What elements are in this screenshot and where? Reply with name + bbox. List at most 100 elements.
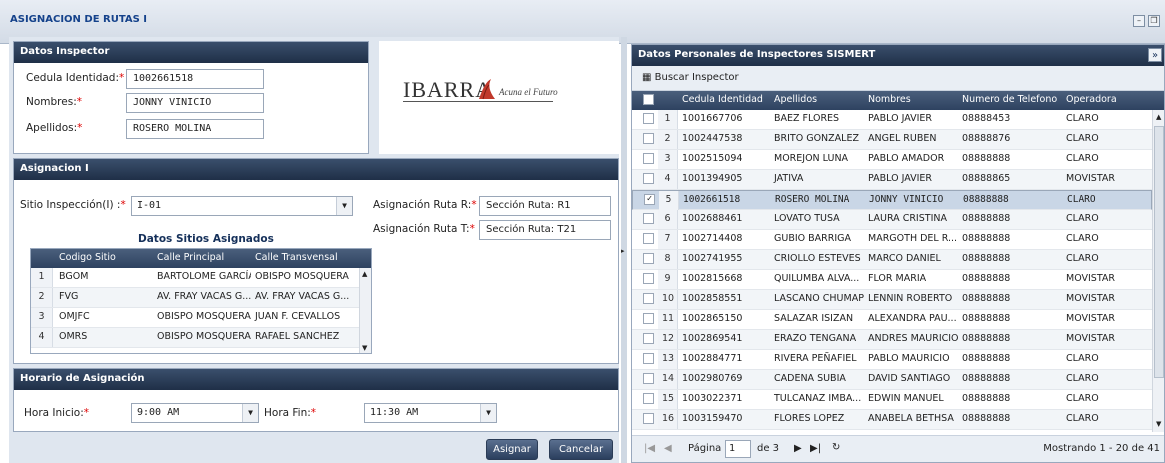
- table-row[interactable]: 13 1002884771 RIVERA PEÑAFIEL PABLO MAURICI…: [632, 350, 1152, 370]
- page-input[interactable]: 1: [725, 440, 751, 458]
- row-checkbox[interactable]: [639, 150, 657, 167]
- table-row[interactable]: 14 1002980769 CADENA SUBIA DAVID SANTIAGO 08…: [632, 370, 1152, 390]
- ruta-r-field[interactable]: Sección Ruta: R1: [479, 196, 611, 216]
- collapse-arrow-icon[interactable]: ▸: [621, 247, 625, 255]
- pager: |◀ ◀ Página 1 de 3 ▶ ▶| ↻ Mostrando 1 - …: [632, 435, 1164, 462]
- table-row[interactable]: 6 1002688461 LOVATO TUSA LAURA CRISTINA 0888…: [632, 210, 1152, 230]
- apellidos-cell: JATIVA: [774, 173, 804, 184]
- telefono-cell: 08888888: [962, 353, 1011, 364]
- nombres-field[interactable]: JONNY VINICIO: [126, 93, 264, 113]
- sitio-row[interactable]: 4 OMRS OBISPO MOSQUERA RAFAEL SANCHEZ: [31, 328, 371, 348]
- sitios-col-transversal[interactable]: Calle Transvensal: [251, 249, 349, 266]
- operadora-cell: CLARO: [1066, 353, 1099, 364]
- collapse-panel-icon[interactable]: »: [1148, 48, 1162, 62]
- table-row[interactable]: 8 1002741955 CRIOLLO ESTEVES MARCO DANIEL 08…: [632, 250, 1152, 270]
- buscar-button[interactable]: ▦ Buscar Inspector: [642, 72, 739, 83]
- cedula-cell: 1002869541: [682, 333, 743, 344]
- scroll-thumb[interactable]: [1154, 126, 1164, 378]
- logo-area: IBARRA Acuna el Futuro: [379, 41, 619, 154]
- cedula-field[interactable]: 1002661518: [126, 69, 264, 89]
- sitio-row[interactable]: 3 OMJFC OBISPO MOSQUERA JUAN F. CEVALLOS: [31, 308, 371, 328]
- ruta-t-field[interactable]: Sección Ruta: T21: [479, 220, 611, 240]
- apellidos-cell: ROSERO MOLINA: [775, 194, 850, 205]
- table-row[interactable]: 11 1002865150 SALAZAR ISIZAN ALEXANDRA PAU.…: [632, 310, 1152, 330]
- refresh-icon[interactable]: ↻: [832, 442, 840, 453]
- sitio-row[interactable]: 1 BGOM BARTOLOME GARCÍA OBISPO MOSQUERA: [31, 268, 371, 288]
- minimize-icon[interactable]: –: [1133, 15, 1145, 27]
- maximize-icon[interactable]: ❐: [1148, 15, 1160, 27]
- inspectores-scrollbar[interactable]: ▲ ▼: [1152, 110, 1164, 432]
- table-row[interactable]: 9 1002815668 QUILUMBA ALVA... FLOR MARIA 088…: [632, 270, 1152, 290]
- row-checkbox[interactable]: [639, 210, 657, 227]
- prev-page-icon[interactable]: ◀: [664, 443, 672, 454]
- row-checkbox[interactable]: [639, 110, 657, 127]
- telefono-cell: 08888888: [962, 213, 1011, 224]
- row-checkbox[interactable]: [639, 250, 657, 267]
- splitter[interactable]: ▸: [621, 37, 627, 463]
- row-checkbox[interactable]: [639, 350, 657, 367]
- table-row[interactable]: 15 1003022371 TULCANAZ IMBA... EDWIN MANUEL…: [632, 390, 1152, 410]
- col-nombres[interactable]: Nombres: [864, 91, 958, 108]
- operadora-cell: CLARO: [1066, 213, 1099, 224]
- scroll-up-icon[interactable]: ▲: [362, 270, 367, 278]
- row-checkbox[interactable]: [639, 170, 657, 187]
- row-checkbox[interactable]: [639, 230, 657, 247]
- row-checkbox[interactable]: [639, 390, 657, 407]
- nombres-cell: ALEXANDRA PAU...: [868, 313, 957, 324]
- inspector-header: Datos Inspector: [14, 42, 368, 63]
- hora-fin-select[interactable]: 11:30 AM ▼: [364, 403, 497, 423]
- cedula-cell: 1002980769: [682, 373, 743, 384]
- hora-inicio-value: 9:00 AM: [137, 407, 180, 418]
- asignar-button[interactable]: Asignar: [486, 439, 538, 460]
- col-operadora[interactable]: Operadora: [1062, 91, 1152, 108]
- table-row[interactable]: 16 1003159470 FLORES LOPEZ ANABELA BETHSA 08…: [632, 410, 1152, 430]
- chevron-down-icon[interactable]: ▼: [242, 404, 258, 422]
- row-checkbox[interactable]: [639, 290, 657, 307]
- cedula-cell: 1001667706: [682, 113, 743, 124]
- ruta-t-label: Asignación Ruta T:*: [373, 223, 475, 235]
- next-page-icon[interactable]: ▶: [794, 443, 802, 454]
- apellidos-cell: ERAZO TENGANA: [774, 333, 857, 344]
- table-row[interactable]: 1 1001667706 BAEZ FLORES PABLO JAVIER 088884…: [632, 110, 1152, 130]
- table-row[interactable]: 2 1002447538 BRITO GONZALEZ ANGEL RUBEN 0888…: [632, 130, 1152, 150]
- cancelar-button[interactable]: Cancelar: [549, 439, 613, 460]
- sitios-col-principal[interactable]: Calle Principal: [153, 249, 251, 266]
- row-checkbox[interactable]: [639, 410, 657, 427]
- row-number: 3: [658, 150, 678, 169]
- scroll-up-icon[interactable]: ▲: [1156, 113, 1161, 121]
- row-checkbox[interactable]: [639, 330, 657, 347]
- scroll-down-icon[interactable]: ▼: [1156, 420, 1161, 428]
- hora-inicio-select[interactable]: 9:00 AM ▼: [131, 403, 259, 423]
- table-row[interactable]: 4 1001394905 JATIVA PABLO JAVIER 08888865 MOV…: [632, 170, 1152, 190]
- first-page-icon[interactable]: |◀: [644, 443, 655, 454]
- apellidos-field[interactable]: ROSERO MOLINA: [126, 119, 264, 139]
- telefono-cell: 08888888: [962, 393, 1011, 404]
- col-cedula[interactable]: Cedula Identidad: [678, 91, 770, 108]
- row-checkbox[interactable]: [639, 270, 657, 287]
- select-all-checkbox[interactable]: [639, 91, 655, 108]
- row-checkbox[interactable]: [639, 370, 657, 387]
- table-row[interactable]: 3 1002515094 MOREJON LUNA PABLO AMADOR 08888…: [632, 150, 1152, 170]
- last-page-icon[interactable]: ▶|: [810, 443, 821, 454]
- chevron-down-icon[interactable]: ▼: [480, 404, 496, 422]
- chevron-down-icon[interactable]: ▼: [336, 197, 352, 215]
- table-row[interactable]: 12 1002869541 ERAZO TENGANA ANDRES MAURICIO…: [632, 330, 1152, 350]
- table-row[interactable]: 10 1002858551 LASCANO CHUMAPI LENNIN ROBERT…: [632, 290, 1152, 310]
- col-telefono[interactable]: Numero de Telefono: [958, 91, 1062, 108]
- telefono-cell: 08888888: [963, 194, 1009, 205]
- row-checkbox[interactable]: [639, 310, 657, 327]
- cedula-cell: 1002865150: [682, 313, 743, 324]
- table-row[interactable]: 7 1002714408 GUBIO BARRIGA MARGOTH DEL R...…: [632, 230, 1152, 250]
- sitios-scrollbar[interactable]: ▲ ▼: [359, 268, 371, 353]
- sitio-select[interactable]: I-01 ▼: [131, 196, 353, 216]
- row-number: 6: [658, 210, 678, 229]
- row-checkbox[interactable]: [639, 130, 657, 147]
- table-row[interactable]: ✓ 5 1002661518 ROSERO MOLINA JONNY VINICIO 08…: [632, 190, 1152, 210]
- col-apellidos[interactable]: Apellidos: [770, 91, 864, 108]
- nombres-cell: DAVID SANTIAGO: [868, 373, 951, 384]
- sitio-row[interactable]: 2 FVG AV. FRAY VACAS G... AV. FRAY VACAS G.…: [31, 288, 371, 308]
- telefono-cell: 08888453: [962, 113, 1011, 124]
- scroll-down-icon[interactable]: ▼: [362, 344, 367, 352]
- sitios-col-codigo[interactable]: Codigo Sitio: [55, 249, 153, 266]
- row-checkbox[interactable]: ✓: [640, 191, 658, 208]
